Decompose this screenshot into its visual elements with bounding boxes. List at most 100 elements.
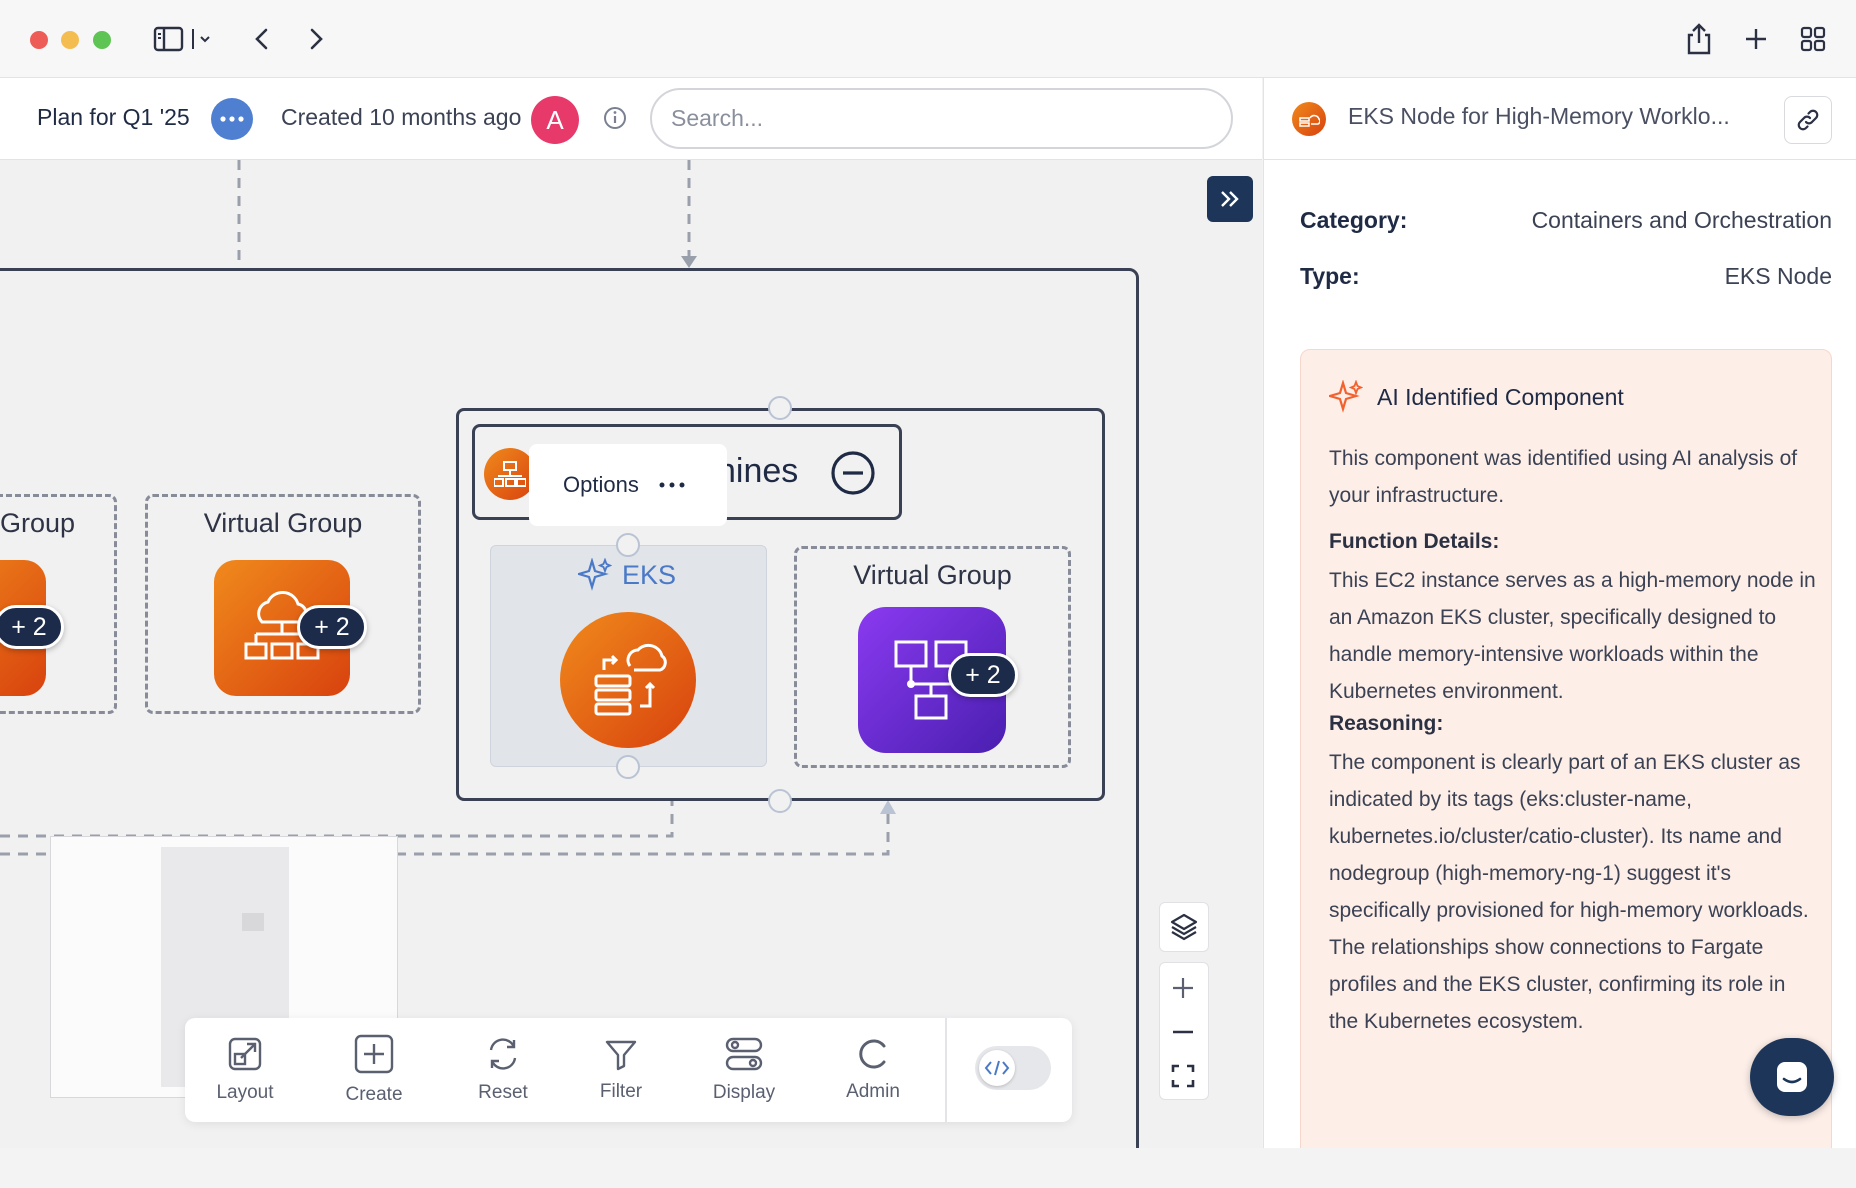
link-icon: [1797, 109, 1819, 131]
eks-label: EKS: [622, 559, 677, 590]
bottom-strip: [0, 1148, 1856, 1188]
chat-launcher-button[interactable]: [1750, 1038, 1834, 1116]
chevron-right-icon: [310, 28, 323, 50]
options-label: Options: [563, 472, 639, 497]
toggles-icon: [725, 1037, 763, 1071]
share-button[interactable]: [1682, 22, 1716, 56]
toolbar-divider: [945, 1018, 947, 1122]
avatar[interactable]: A: [531, 96, 579, 144]
layout-icon: [228, 1037, 262, 1071]
create-button[interactable]: Create: [314, 1018, 434, 1122]
tab-overview-button[interactable]: [1796, 22, 1830, 56]
panel-title: EKS Node for High-Memory Worklo...: [1348, 103, 1730, 129]
eks-node-tile[interactable]: [560, 612, 696, 748]
function-details-text: This EC2 instance serves as a high-memor…: [1329, 569, 1816, 703]
layers-button[interactable]: [1159, 902, 1209, 952]
sidebar-toggle-button[interactable]: [150, 22, 214, 56]
filter-label: Filter: [599, 1081, 643, 1102]
reset-button[interactable]: Reset: [443, 1018, 563, 1122]
plus-square-icon: [354, 1034, 394, 1074]
diagram-canvas[interactable]: Group + 2 Virtual Group + 2 chines Optio…: [0, 160, 1262, 1148]
fullscreen-icon: [1171, 1064, 1195, 1088]
reasoning-text: The component is clearly part of an EKS …: [1329, 751, 1809, 1033]
connection-handle-bottom[interactable]: [768, 789, 792, 813]
category-label: Category:: [1300, 207, 1408, 233]
info-icon: [604, 107, 626, 129]
plus-icon: [1173, 978, 1193, 998]
ai-card-intro: This component was identified using AI a…: [1329, 447, 1798, 507]
plan-options-button[interactable]: [211, 98, 253, 140]
zoom-out-button[interactable]: [1159, 1010, 1207, 1054]
maximize-window-button[interactable]: [93, 31, 111, 49]
details-panel: EKS Node for High-Memory Worklo... Categ…: [1263, 78, 1856, 1179]
type-label: Type:: [1300, 263, 1360, 289]
eks-handle-top[interactable]: [616, 533, 640, 557]
window-titlebar: [0, 0, 1856, 78]
filter-button[interactable]: Filter: [561, 1018, 681, 1122]
display-label: Display: [712, 1082, 776, 1103]
search-input[interactable]: [650, 88, 1233, 149]
layout-label: Layout: [216, 1082, 274, 1103]
virtual-group-2-count-badge[interactable]: + 2: [948, 653, 1018, 697]
plan-title[interactable]: Plan for Q1 '25: [37, 104, 190, 131]
copy-link-button[interactable]: [1784, 96, 1832, 144]
code-icon: [984, 1060, 1010, 1076]
filter-icon: [605, 1040, 637, 1071]
ai-identified-card: AI Identified Component This component w…: [1300, 349, 1832, 1179]
layout-button[interactable]: Layout: [185, 1018, 305, 1122]
component-icon: [1292, 102, 1326, 136]
cloud-server-icon: [1299, 114, 1320, 127]
left-group-count-badge[interactable]: + 2: [0, 605, 64, 649]
sparkle-icon: [578, 558, 612, 591]
reasoning-heading: Reasoning:: [1329, 712, 1444, 735]
more-horizontal-icon: [220, 116, 244, 122]
collapse-panel-button[interactable]: [1207, 176, 1253, 222]
more-horizontal-icon: [659, 482, 685, 488]
minimap-node: [242, 913, 264, 931]
fit-view-button[interactable]: [1159, 1054, 1207, 1098]
virtual-group-1-count-badge[interactable]: + 2: [297, 605, 367, 649]
eks-handle-bottom[interactable]: [616, 755, 640, 779]
share-icon: [1687, 23, 1711, 55]
admin-button[interactable]: Admin: [813, 1018, 933, 1122]
collapse-group-button[interactable]: [830, 450, 876, 501]
cloud-server-icon: [594, 643, 667, 716]
display-button[interactable]: Display: [684, 1018, 804, 1122]
new-tab-button[interactable]: [1739, 22, 1773, 56]
code-view-toggle[interactable]: [975, 1046, 1051, 1090]
forward-button[interactable]: [299, 22, 333, 56]
created-timestamp: Created 10 months ago: [281, 104, 522, 130]
left-group-label: Group: [0, 508, 76, 538]
eks-node-header: EKS: [578, 558, 676, 592]
create-label: Create: [345, 1084, 403, 1105]
virtual-group-1-label: Virtual Group: [203, 508, 363, 538]
network-icon: [494, 461, 526, 487]
refresh-icon: [489, 1038, 517, 1070]
minus-circle-icon: [831, 451, 875, 495]
minus-icon: [1173, 1030, 1193, 1034]
type-value: EKS Node: [1724, 263, 1832, 289]
plus-icon: [1746, 29, 1766, 49]
grid-icon: [1800, 26, 1826, 52]
zoom-in-button[interactable]: [1159, 966, 1207, 1010]
chat-icon: [1777, 1062, 1807, 1092]
connection-handle-top[interactable]: [768, 396, 792, 420]
chevron-left-icon: [255, 28, 268, 50]
minimize-window-button[interactable]: [61, 31, 79, 49]
spinner-icon: [859, 1039, 886, 1069]
sparkle-icon: [1326, 379, 1364, 419]
bottom-toolbar: Layout Create Reset Filter Display Admin: [185, 1018, 1072, 1122]
back-button[interactable]: [245, 22, 279, 56]
category-value: Containers and Orchestration: [1531, 207, 1832, 233]
virtual-group-2-label: Virtual Group: [853, 560, 1012, 590]
toggle-knob: [979, 1050, 1015, 1086]
admin-label: Admin: [846, 1081, 900, 1102]
function-details-heading: Function Details:: [1329, 530, 1500, 553]
reset-label: Reset: [478, 1082, 528, 1103]
close-window-button[interactable]: [30, 31, 48, 49]
chevrons-right-icon: [1221, 191, 1239, 207]
options-popover[interactable]: Options: [529, 444, 727, 526]
sidebar-icon: [153, 26, 210, 52]
info-button[interactable]: [603, 106, 627, 135]
layers-icon: [1170, 913, 1198, 941]
